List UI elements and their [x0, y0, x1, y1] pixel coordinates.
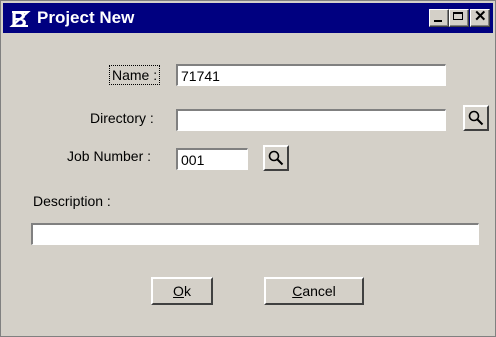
- job-number-browse-button[interactable]: [263, 145, 289, 171]
- ok-label: k: [183, 283, 191, 299]
- cancel-label: ancel: [302, 283, 336, 299]
- cancel-accel: C: [292, 283, 303, 299]
- directory-label: Directory :: [90, 110, 154, 126]
- close-button[interactable]: ✕: [470, 9, 490, 27]
- close-icon: ✕: [474, 8, 487, 25]
- search-icon: [268, 150, 284, 166]
- search-icon: [468, 110, 484, 126]
- name-label: Name :: [109, 65, 161, 85]
- maximize-icon: [453, 12, 463, 20]
- app-logo-icon: B: [9, 8, 31, 30]
- job-number-label: Job Number :: [67, 148, 152, 164]
- name-field[interactable]: [176, 64, 446, 86]
- ok-button[interactable]: Ok: [151, 277, 213, 305]
- cancel-button[interactable]: Cancel: [264, 277, 364, 305]
- description-field[interactable]: [31, 223, 479, 245]
- minimize-button[interactable]: [429, 9, 449, 27]
- maximize-button[interactable]: [449, 9, 469, 27]
- directory-field[interactable]: [176, 109, 446, 131]
- project-new-dialog: B Project New ✕ Name : Directory : Job N…: [0, 0, 496, 337]
- ok-accel: O: [173, 283, 184, 299]
- job-number-field[interactable]: [176, 148, 248, 170]
- directory-browse-button[interactable]: [463, 105, 489, 131]
- window-title: Project New: [37, 8, 135, 27]
- minimize-icon: [434, 20, 442, 22]
- description-label: Description :: [33, 193, 111, 209]
- title-bar[interactable]: B Project New ✕: [3, 3, 493, 33]
